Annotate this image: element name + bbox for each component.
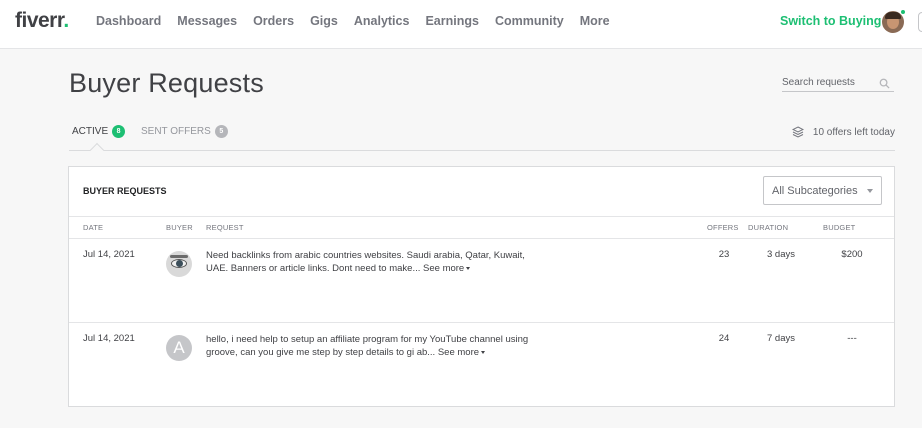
buyer-avatar[interactable]: A xyxy=(166,335,192,361)
see-more-link[interactable]: See more xyxy=(437,347,486,358)
main-nav: Dashboard Messages Orders Gigs Analytics… xyxy=(96,14,626,28)
row-budget: --- xyxy=(847,333,857,344)
tab-active-count-badge: 8 xyxy=(112,125,126,138)
offers-left-text: 10 offers left today xyxy=(812,126,895,138)
caret-down-icon xyxy=(481,350,486,354)
avatar-pupil xyxy=(176,260,183,267)
edge-control[interactable] xyxy=(918,12,922,32)
row-request: Need backlinks from arabic countries web… xyxy=(206,249,536,275)
tab-sent-offers-label: SENT OFFERS xyxy=(141,126,211,137)
online-status-dot xyxy=(900,9,906,15)
table-row: Jul 14, 2021 A hello, i need help to set… xyxy=(69,323,894,407)
nav-community[interactable]: Community xyxy=(495,14,564,28)
avatar-brow xyxy=(170,255,188,258)
request-tabs: ACTIVE 8 SENT OFFERS 5 10 offers left to… xyxy=(69,113,895,158)
row-offers: 23 xyxy=(718,249,730,260)
see-more-label: See more xyxy=(437,347,480,358)
nav-dashboard[interactable]: Dashboard xyxy=(96,14,161,28)
tab-active[interactable]: ACTIVE 8 xyxy=(72,125,126,138)
column-offers: OFFERS xyxy=(707,223,739,232)
buyer-avatar[interactable] xyxy=(166,251,192,277)
row-duration: 7 days xyxy=(767,333,795,344)
request-text: Need backlinks from arabic countries web… xyxy=(206,250,525,274)
logo-dot: . xyxy=(63,9,69,32)
row-date: Jul 14, 2021 xyxy=(83,333,135,344)
switch-to-buying-link[interactable]: Switch to Buying xyxy=(780,14,881,28)
tab-sent-offers[interactable]: SENT OFFERS 5 xyxy=(141,125,228,138)
top-navigation-bar: fiverr. Dashboard Messages Orders Gigs A… xyxy=(0,0,922,49)
column-date: DATE xyxy=(83,223,104,232)
row-request: hello, i need help to setup an affiliate… xyxy=(206,333,536,359)
row-date: Jul 14, 2021 xyxy=(83,249,135,260)
buyer-requests-panel: BUYER REQUESTS All Subcategories DATE BU… xyxy=(68,166,895,407)
table-row: Jul 14, 2021 Need backlinks from arabic … xyxy=(69,239,894,323)
page-title: Buyer Requests xyxy=(69,68,264,98)
chevron-down-icon xyxy=(867,189,873,193)
search-box xyxy=(782,72,894,92)
tab-active-label: ACTIVE xyxy=(72,126,109,137)
avatar-hair xyxy=(885,12,901,19)
search-icon[interactable] xyxy=(879,78,890,89)
row-offers: 24 xyxy=(718,333,730,344)
nav-more[interactable]: More xyxy=(580,14,610,28)
tab-sent-offers-count-badge: 5 xyxy=(214,125,228,138)
subcategory-selected: All Subcategories xyxy=(772,185,858,197)
nav-analytics[interactable]: Analytics xyxy=(354,14,410,28)
caret-down-icon xyxy=(466,266,471,270)
column-duration: DURATION xyxy=(748,223,789,232)
see-more-link[interactable]: See more xyxy=(423,263,471,274)
row-budget: $200 xyxy=(841,249,863,260)
column-request: REQUEST xyxy=(206,223,244,232)
stack-icon xyxy=(791,126,804,138)
panel-title: BUYER REQUESTS xyxy=(83,186,167,196)
table-header: DATE BUYER REQUEST OFFERS DURATION BUDGE… xyxy=(69,216,894,239)
column-budget: BUDGET xyxy=(823,223,856,232)
subcategory-dropdown[interactable]: All Subcategories xyxy=(763,176,882,205)
nav-orders[interactable]: Orders xyxy=(253,14,294,28)
logo-text: fiverr xyxy=(15,9,64,32)
row-duration: 3 days xyxy=(767,249,795,260)
nav-gigs[interactable]: Gigs xyxy=(310,14,338,28)
offers-left-indicator: 10 offers left today xyxy=(791,126,895,138)
nav-messages[interactable]: Messages xyxy=(177,14,237,28)
see-more-label: See more xyxy=(423,263,465,274)
fiverr-logo[interactable]: fiverr. xyxy=(15,9,69,33)
active-tab-pointer xyxy=(89,142,105,158)
column-buyer: BUYER xyxy=(166,223,193,232)
search-input[interactable] xyxy=(782,73,872,88)
nav-earnings[interactable]: Earnings xyxy=(425,14,479,28)
